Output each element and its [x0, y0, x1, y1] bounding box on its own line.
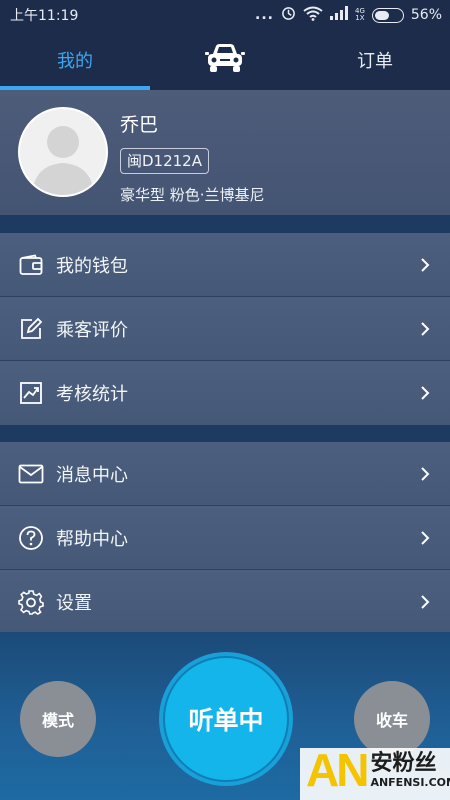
gear-icon — [18, 589, 44, 615]
menu-label-stats: 考核统计 — [56, 384, 128, 405]
network-type: 4G 1X — [354, 7, 365, 22]
menu-group-account: 我的钱包 乘客评价 考核统计 — [0, 233, 450, 425]
signal-icon — [329, 6, 348, 24]
tab-orders-label: 订单 — [357, 51, 393, 72]
driver-name: 乔巴 — [120, 114, 159, 136]
status-time: 上午11:19 — [10, 8, 79, 24]
menu-item-wallet[interactable]: 我的钱包 — [0, 233, 450, 297]
battery-icon — [371, 7, 404, 23]
avatar[interactable] — [18, 107, 108, 197]
status-icons: ... 4G 1X 56% — [255, 6, 442, 25]
chevron-right-icon — [418, 466, 432, 481]
profile-card[interactable]: 乔巴 闽D1212A 豪华型 粉色·兰博基尼 — [0, 90, 450, 215]
battery-percent: 56% — [410, 7, 442, 23]
chevron-right-icon — [418, 530, 432, 545]
plate-badge: 闽D1212A — [120, 148, 209, 174]
menu-item-messages[interactable]: 消息中心 — [0, 442, 450, 506]
menu-label-settings: 设置 — [56, 593, 92, 614]
tab-mine-label: 我的 — [57, 51, 93, 72]
watermark-text: 安粉丝 ANFENSI.COM — [370, 751, 450, 789]
watermark-logo: AN — [306, 744, 369, 796]
chart-icon — [18, 380, 44, 406]
section-divider — [0, 425, 450, 442]
chevron-right-icon — [418, 321, 432, 336]
chevron-right-icon — [418, 257, 432, 272]
menu-label-reviews: 乘客评价 — [56, 319, 128, 341]
tab-orders[interactable]: 订单 — [300, 30, 450, 90]
menu-item-reviews[interactable]: 乘客评价 — [0, 297, 450, 361]
chevron-right-icon — [418, 595, 432, 609]
tab-car[interactable] — [150, 30, 300, 90]
alarm-icon — [281, 6, 296, 25]
mail-icon — [18, 461, 44, 487]
menu-item-stats[interactable]: 考核统计 — [0, 361, 450, 425]
wallet-icon — [18, 252, 44, 278]
tab-mine[interactable]: 我的 — [0, 30, 150, 90]
watermark: AN 安粉丝 ANFENSI.COM — [306, 747, 450, 793]
tab-bar: 我的 订单 — [0, 30, 450, 90]
mode-button[interactable]: 模式 — [20, 681, 96, 757]
menu-group-support: 消息中心 帮助中心 设置 — [0, 442, 450, 634]
menu-item-settings[interactable]: 设置 — [0, 570, 450, 634]
help-icon — [18, 525, 44, 551]
menu-label-help: 帮助中心 — [56, 528, 128, 550]
wifi-icon — [303, 6, 323, 25]
chevron-right-icon — [418, 386, 432, 400]
status-bar: 上午11:19 ... 4G 1X 56% — [0, 0, 450, 30]
menu-label-messages: 消息中心 — [56, 464, 128, 486]
car-description: 豪华型 粉色·兰博基尼 — [120, 186, 265, 204]
menu-label-wallet: 我的钱包 — [56, 255, 128, 277]
listen-orders-button[interactable]: 听单中 — [163, 656, 289, 782]
section-divider — [0, 215, 450, 233]
edit-icon — [18, 316, 44, 342]
watermark-en: ANFENSI.COM — [370, 776, 450, 789]
menu-item-help[interactable]: 帮助中心 — [0, 506, 450, 570]
car-icon — [205, 42, 245, 79]
watermark-cn: 安粉丝 — [370, 751, 437, 776]
user-silhouette-icon — [32, 126, 94, 195]
listen-button-ring: 听单中 — [159, 652, 293, 786]
status-dots: ... — [255, 7, 274, 23]
